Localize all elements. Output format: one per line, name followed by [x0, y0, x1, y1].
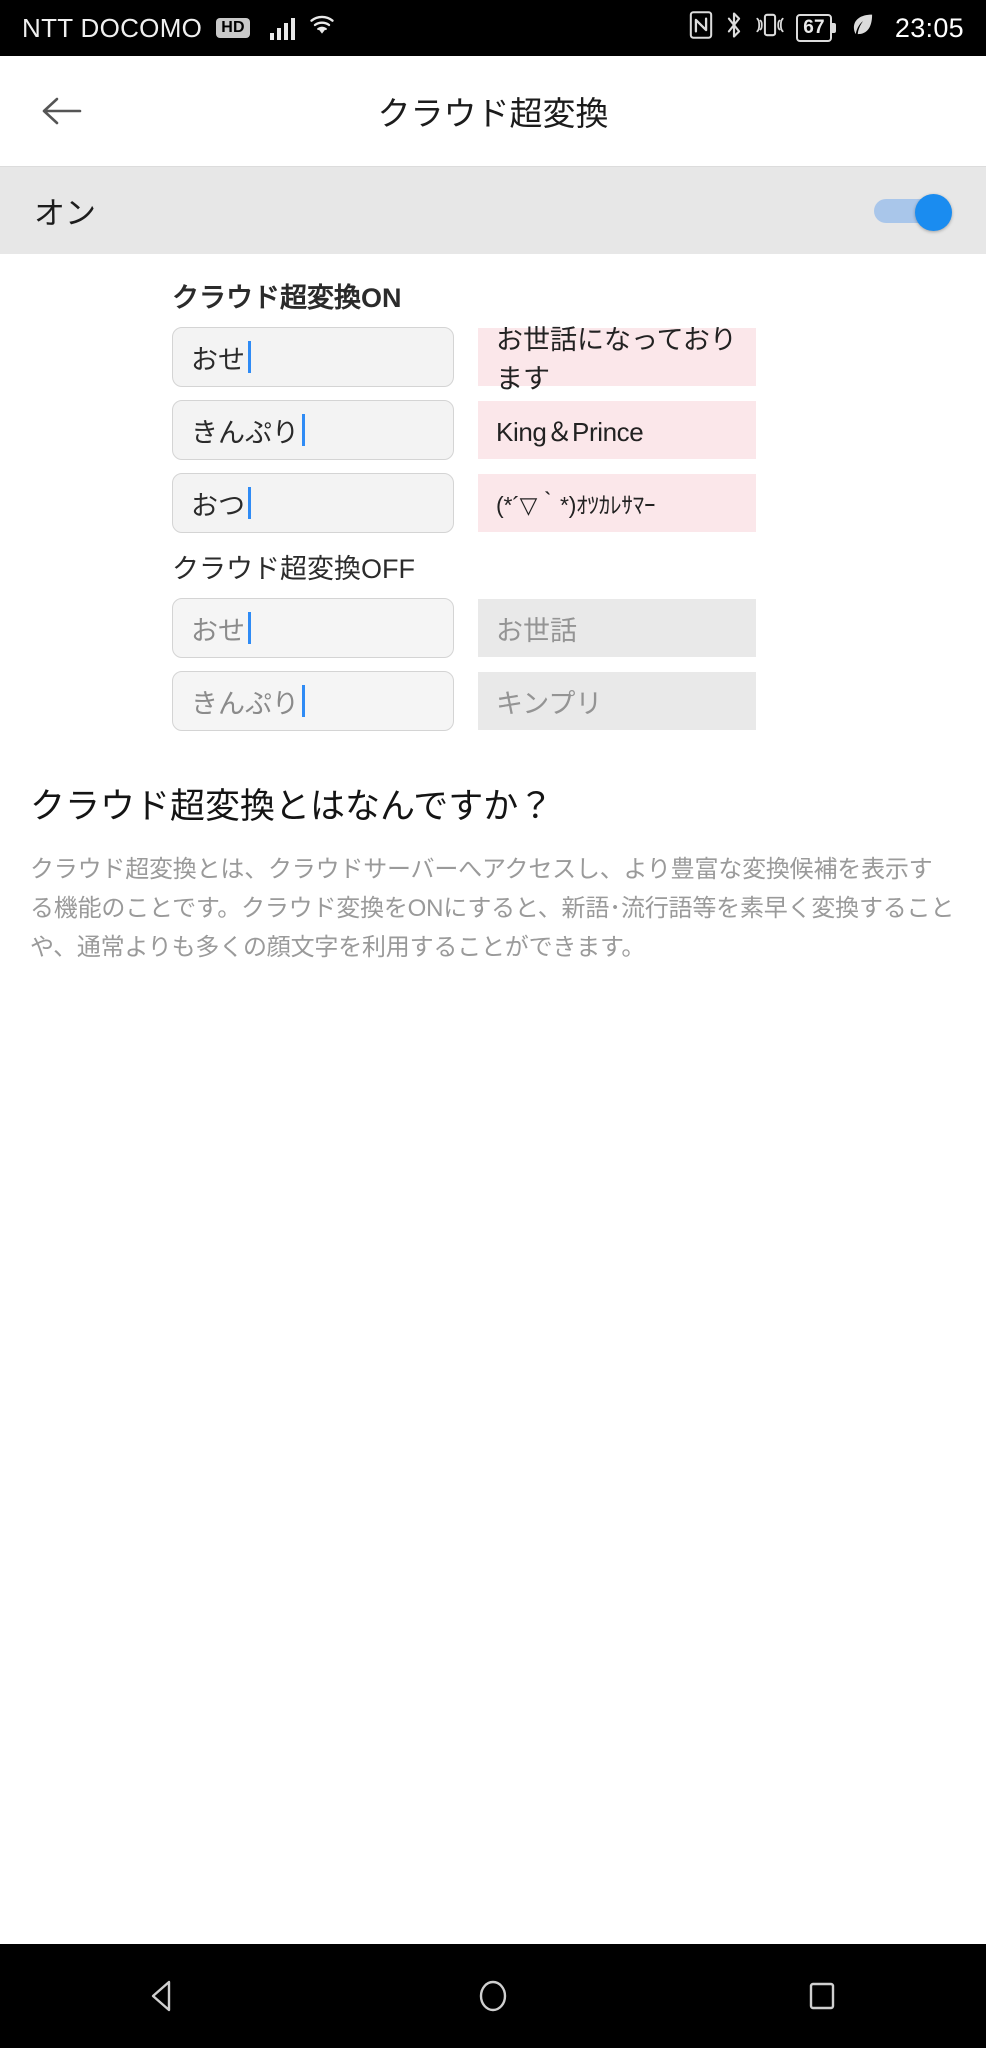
nfc-icon: [689, 10, 713, 46]
example-input-text: きんぷり: [191, 417, 299, 448]
nav-recents-button[interactable]: [762, 1944, 882, 2048]
switch-thumb: [915, 193, 952, 231]
toggle-state-label: オン: [34, 196, 96, 231]
example-result: お世話になっております: [478, 325, 756, 394]
wifi-icon: [307, 13, 337, 44]
faq-section: クラウド超変換とはなんですか？ クラウド超変換とは、クラウドサーバーへアクセスし…: [0, 744, 986, 968]
example-result: (*´▽｀*)ｵﾂｶﾚｻﾏｰ: [478, 474, 756, 532]
nav-home-circle-icon: [479, 1980, 507, 2012]
example-input-field[interactable]: おつ: [172, 473, 454, 533]
text-caret-icon: [302, 685, 305, 717]
text-caret-icon: [248, 612, 251, 644]
carrier-label: NTT DOCOMO: [22, 12, 203, 43]
nav-back-button[interactable]: [104, 1944, 224, 2048]
example-input-field[interactable]: おせ: [172, 327, 454, 387]
example-row: おつ (*´▽｀*)ｵﾂｶﾚｻﾏｰ: [172, 473, 986, 533]
text-caret-icon: [248, 341, 251, 373]
vibrate-icon: [755, 11, 785, 46]
nav-recents-square-icon: [809, 1982, 834, 2010]
status-bar-right: 67 23:05: [689, 10, 964, 46]
cloud-conversion-toggle-row[interactable]: オン: [0, 166, 986, 254]
clock-label: 23:05: [894, 12, 964, 43]
example-row: おせ お世話: [172, 598, 986, 658]
example-input-field[interactable]: きんぷり: [172, 400, 454, 460]
faq-body: クラウド超変換とは、クラウドサーバーへアクセスし、より豊富な変換候補を表示する機…: [30, 856, 955, 961]
eco-leaf-icon: [851, 12, 875, 45]
example-input-field[interactable]: おせ: [172, 598, 454, 658]
cloud-conversion-switch[interactable]: [874, 193, 952, 231]
example-result: キンプリ: [478, 672, 756, 730]
hd-badge: HD: [216, 17, 250, 39]
example-input-text: きんぷり: [191, 688, 299, 719]
example-input-text: おつ: [191, 490, 245, 521]
back-arrow-icon: [42, 97, 82, 125]
text-caret-icon: [248, 487, 251, 519]
text-caret-icon: [302, 414, 305, 446]
status-bar: NTT DOCOMO HD 67 23:05: [0, 0, 986, 56]
example-input-field[interactable]: きんぷり: [172, 671, 454, 731]
example-result: お世話: [478, 599, 756, 657]
bluetooth-icon: [724, 11, 744, 46]
nav-home-button[interactable]: [433, 1944, 553, 2048]
examples-off-heading: クラウド超変換OFF: [172, 554, 415, 584]
examples-on-heading: クラウド超変換ON: [172, 283, 402, 313]
examples-section: クラウド超変換ON おせ お世話になっております きんぷり King＆Princ…: [0, 254, 986, 731]
example-input-text: おせ: [191, 615, 245, 646]
example-result: King＆Prince: [478, 401, 756, 459]
app-bar: クラウド超変換: [0, 56, 986, 166]
page-title: クラウド超変換: [377, 95, 609, 132]
nav-back-triangle-icon: [152, 1980, 171, 2012]
example-input-text: おせ: [191, 344, 245, 375]
system-navigation-bar: [0, 1944, 986, 2048]
signal-bars-icon: [269, 16, 295, 40]
battery-indicator: 67: [796, 14, 832, 42]
example-row: きんぷり King＆Prince: [172, 400, 986, 460]
faq-title: クラウド超変換とはなんですか？: [30, 787, 554, 826]
back-button[interactable]: [14, 63, 110, 159]
status-bar-left: NTT DOCOMO HD: [22, 13, 337, 44]
example-row: きんぷり キンプリ: [172, 671, 986, 731]
example-row: おせ お世話になっております: [172, 325, 986, 394]
